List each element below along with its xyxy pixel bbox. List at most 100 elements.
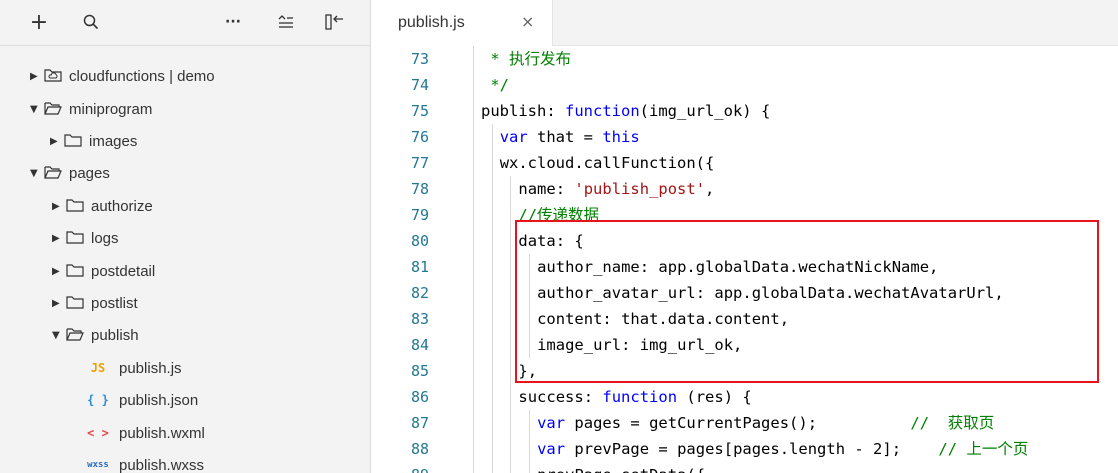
keyword-token: var [537,440,566,458]
tree-file-item[interactable]: JS publish.js [0,352,370,384]
code-token: author_name: app.globalData.wechatNickNa… [537,258,939,276]
code-line[interactable]: var prevPage = pages[pages.length - 2]; … [537,436,1028,462]
tree-item-label: postlist [91,294,138,312]
line-number: 74 [410,76,429,94]
indent-guide [529,410,531,473]
code-line[interactable]: * 执行发布 [481,46,571,72]
comment-token: // 获取页 [910,414,995,432]
tree-file-item[interactable]: wxss publish.wxss [0,449,370,473]
code-editor: publish.js × 73 * 执行发布 74 */ 75 publish: fu… [371,0,1118,473]
caret-right-icon[interactable]: ▶ [50,136,64,147]
caret-right-icon[interactable]: ▶ [52,266,66,277]
plus-icon[interactable]: + [28,8,50,36]
line-number: 77 [410,154,429,172]
code-line[interactable]: */ [481,72,509,98]
code-line[interactable]: publish: function(img_url_ok) { [481,98,770,124]
caret-right-icon[interactable]: ▶ [52,201,66,212]
line-number: 76 [410,128,429,146]
indent-guide [510,176,512,473]
code-token: , [705,180,715,198]
caret-down-icon[interactable]: ▼ [52,330,66,341]
code-line[interactable]: name: 'publish_post', [518,176,714,202]
comment-token: // 上一个页 [938,440,1029,458]
code-line[interactable]: var that = this [500,124,640,150]
code-token: data: { [518,232,584,250]
folder-icon [66,263,86,279]
more-icon[interactable]: ··· [222,8,244,36]
tree-folder-item[interactable]: ▶ cloudfunctions | demo [0,60,370,92]
search-icon[interactable] [80,8,102,36]
tree-folder-item[interactable]: ▶ logs [0,222,370,254]
split-pane-icon[interactable] [322,8,348,36]
code-token: content: that.data.content, [537,310,790,328]
code-token: pages = getCurrentPages(); [565,414,911,432]
caret-right-icon[interactable]: ▶ [52,298,66,309]
folder-icon [66,295,86,311]
code-line[interactable]: wx.cloud.callFunction({ [500,150,715,176]
folder-icon [66,198,86,214]
tree-item-label: pages [69,164,110,182]
line-number: 84 [410,336,429,354]
close-icon[interactable]: × [521,12,534,31]
tree-item-label: publish.wxss [119,456,205,473]
line-number: 82 [410,284,429,302]
code-line[interactable]: success: function (res) { [518,384,751,410]
code-token: author_avatar_url: app.globalData.wechat… [537,284,1004,302]
tree-folder-item[interactable]: ▶ postdetail [0,255,370,287]
tree-folder-item[interactable]: ▶ images [0,125,370,157]
file-type-icon: { } [87,393,109,407]
keyword-token: var [537,414,566,432]
line-number: 75 [410,102,429,120]
line-number: 87 [410,414,429,432]
tree-item-label: images [89,132,138,150]
code-area[interactable]: 73 * 执行发布 74 */75 publish: function(img_ur… [371,46,1118,473]
keyword-token: var [499,128,528,146]
caret-down-icon[interactable]: ▼ [30,168,44,179]
code-token: name: [518,180,575,198]
tree-item-label: postdetail [91,262,156,280]
code-token: publish: [481,102,565,120]
file-type-icon: wxss [87,460,109,470]
tree-item-label: publish.js [119,359,182,377]
comment-token: //传递数据 [518,206,600,224]
line-number: 83 [410,310,429,328]
comment-token: */ [481,76,509,94]
string-token: 'publish_post' [574,180,706,198]
tree-file-item[interactable]: { } publish.json [0,384,370,416]
tab-publish-js[interactable]: publish.js × [371,0,553,46]
caret-down-icon[interactable]: ▼ [30,104,44,115]
tree-folder-item[interactable]: ▶ authorize [0,190,370,222]
keyword-token: function [602,388,678,406]
tree-folder-item[interactable]: ▼ miniprogram [0,93,370,125]
code-line[interactable]: author_avatar_url: app.globalData.wechat… [537,280,1004,306]
code-line[interactable]: var pages = getCurrentPages(); // 获取页 [537,410,994,436]
file-type-icon: < > [87,426,109,440]
line-number: 88 [410,440,429,458]
code-line[interactable]: image_url: img_url_ok, [537,332,742,358]
line-number: 86 [410,388,429,406]
tree-item-label: miniprogram [69,100,153,118]
tree-file-item[interactable]: < > publish.wxml [0,417,370,449]
caret-right-icon[interactable]: ▶ [30,71,44,82]
code-line[interactable]: content: that.data.content, [537,306,789,332]
indent-guide [473,46,474,473]
line-number: 85 [410,362,429,380]
tree-folder-item[interactable]: ▼ pages [0,157,370,189]
tree-folder-item[interactable]: ▼ publish [0,319,370,351]
tree-item-label: authorize [91,197,153,215]
explorer-toolbar: + ··· [0,0,370,46]
code-line[interactable]: }, [518,358,537,384]
collapse-all-icon[interactable] [275,8,297,36]
line-number: 81 [410,258,429,276]
code-line[interactable]: //传递数据 [518,202,599,228]
code-line[interactable]: prevPage.setData({ [537,462,705,473]
code-line[interactable]: author_name: app.globalData.wechatNickNa… [537,254,938,280]
indent-guide [529,254,531,358]
line-number: 80 [410,232,429,250]
folder-open-icon [66,327,86,343]
code-line[interactable]: data: { [518,228,583,254]
line-number: 89 [371,462,429,473]
caret-right-icon[interactable]: ▶ [52,233,66,244]
folder-icon [66,230,86,246]
tree-folder-item[interactable]: ▶ postlist [0,287,370,319]
